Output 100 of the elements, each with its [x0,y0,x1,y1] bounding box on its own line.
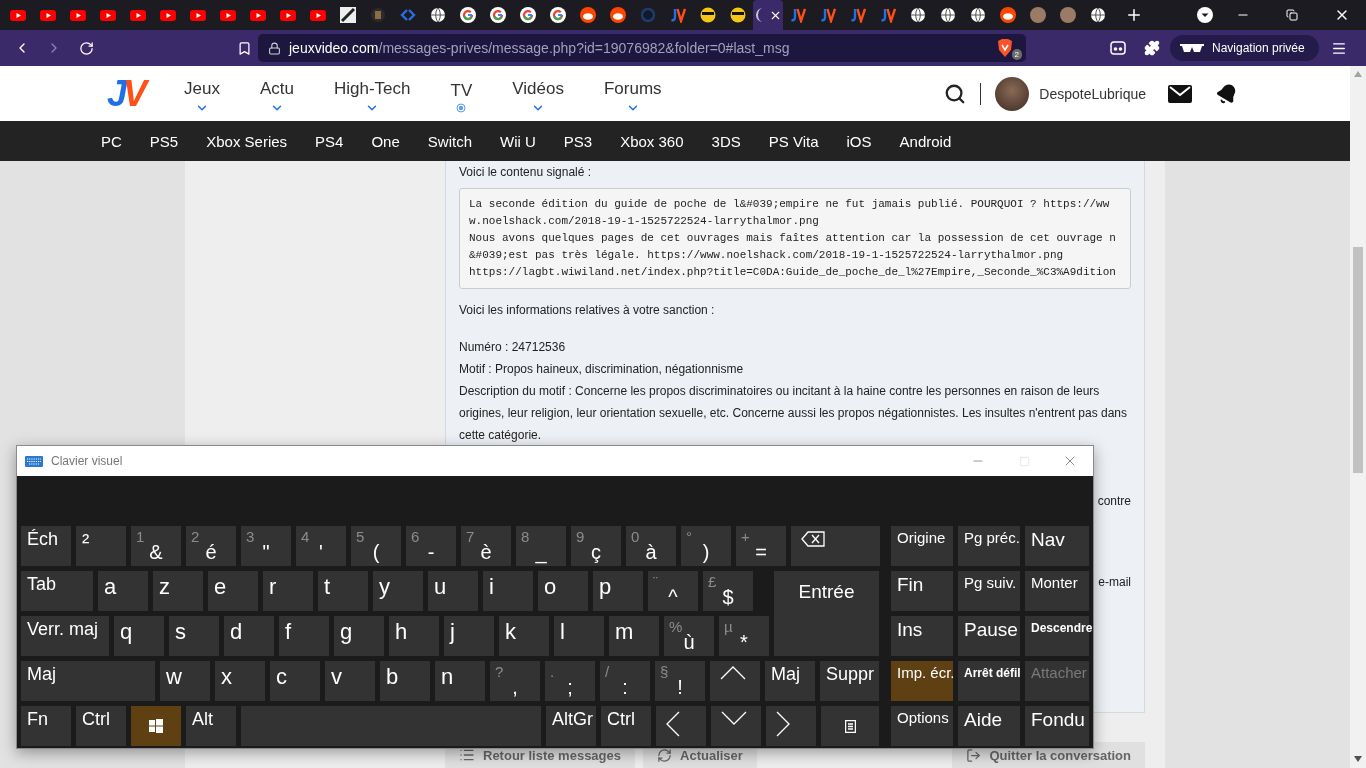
scrollbar[interactable] [1350,66,1366,768]
platform-link[interactable]: PS5 [149,132,179,150]
keyboard-key[interactable]: ¨ ^ [648,571,698,611]
keyboard-key[interactable]: 1 & [131,526,181,566]
nav-menu-item[interactable]: TV [450,74,473,113]
shield-icon[interactable] [996,38,1014,58]
keyboard-key[interactable]: o [538,571,588,611]
reading-icon[interactable] [1110,40,1126,56]
platform-link[interactable]: PS3 [563,132,593,150]
keyboard-key[interactable]: Pg préc. [958,526,1020,566]
keyboard-key[interactable]: + = [736,526,786,566]
platform-link[interactable]: Android [899,132,952,150]
keyboard-key[interactable]: Éch [21,526,71,566]
keyboard-key[interactable]: v [325,661,375,701]
nav-menu-item[interactable]: Vidéos [512,72,564,115]
platform-link[interactable]: PC [101,132,122,150]
keyboard-key[interactable]: 5 ( [351,526,401,566]
nav-menu-item[interactable]: Actu [259,72,294,115]
reload-icon[interactable] [78,40,94,56]
private-mode-badge[interactable]: Navigation privée [1170,35,1319,61]
keyboard-key[interactable]: l [554,616,604,656]
keyboard-key[interactable]: 4 ' [296,526,346,566]
keyboard-key[interactable]: Ctrl [76,706,126,746]
keyboard-key[interactable]: t [318,571,368,611]
nav-menu-item[interactable]: High-Tech [334,72,411,115]
keyboard-key[interactable]: § ! [655,661,705,701]
keyboard-key[interactable]: £ $ [703,571,753,611]
keyboard-key[interactable]: n [435,661,485,701]
platform-link[interactable]: 3DS [711,132,741,150]
keyboard-key[interactable]: c [270,661,320,701]
new-tab-icon[interactable] [1125,6,1143,24]
keyboard-key[interactable]: 0 à [626,526,676,566]
keyboard-key[interactable] [131,706,181,746]
keyboard-key[interactable]: s [169,616,219,656]
enter-key[interactable]: Entrée [774,571,879,656]
restore-icon[interactable] [1286,9,1298,21]
keyboard-key[interactable]: y [373,571,423,611]
keyboard-key[interactable]: w [160,661,210,701]
scroll-thumb[interactable] [1353,247,1363,473]
keyboard-key[interactable]: Imp. écr. [891,661,953,701]
nav-menu-item[interactable]: Jeux [184,72,220,115]
keyboard-key[interactable]: Nav [1025,526,1089,566]
keyboard-key[interactable]: Fondu [1025,706,1089,746]
mail-icon[interactable] [1168,84,1192,103]
keyboard-key[interactable]: ° ) [681,526,731,566]
address-bar[interactable]: jeuxvideo.com/messages-prives/message.php?id=19076982&folder=0#last_msg 2 [258,34,1026,62]
keyboard-key[interactable]: Origine [891,526,953,566]
platform-link[interactable]: PS Vita [768,132,819,150]
platform-link[interactable]: Xbox Series [206,132,288,150]
scroll-down-icon[interactable] [1354,756,1362,762]
keyboard-key[interactable]: j [444,616,494,656]
keyboard-key[interactable]: f [279,616,329,656]
keyboard-key[interactable]: 6 - [406,526,456,566]
keyboard-key[interactable]: Ins [891,616,953,656]
keyboard-key[interactable]: Aide [958,706,1020,746]
keyboard-key[interactable]: Tab [21,571,93,611]
keyboard-key[interactable] [821,706,879,746]
keyboard-key[interactable]: Pg suiv. [958,571,1020,611]
keyboard-key[interactable]: ² [76,526,126,566]
keyboard-key[interactable]: ? , [490,661,540,701]
keyboard-key[interactable]: Fn [21,706,71,746]
keyboard-key[interactable]: g [334,616,384,656]
keyboard-key[interactable]: Alt [186,706,236,746]
keyboard-key[interactable]: Maj [21,661,155,701]
keyboard-key[interactable]: Suppr [820,661,879,701]
keyboard-key[interactable]: AltGr [546,706,596,746]
avatar[interactable] [995,76,1030,111]
keyboard-key[interactable]: µ * [719,616,769,656]
platform-link[interactable]: Xbox 360 [620,132,684,150]
keyboard-key[interactable]: 7 è [461,526,511,566]
keyboard-key[interactable]: 8 _ [516,526,566,566]
keyboard-key[interactable]: 3 " [241,526,291,566]
platform-link[interactable]: One [371,132,400,150]
keyboard-key[interactable]: Options [891,706,953,746]
keyboard-key[interactable]: Maj [765,661,815,701]
platform-link[interactable]: Switch [427,132,472,150]
search-icon[interactable] [944,82,967,105]
keyboard-key[interactable]: m [609,616,659,656]
keyboard-key[interactable]: / : [600,661,650,701]
keyboard-key[interactable]: 9 ç [571,526,621,566]
keyboard-key[interactable]: i [483,571,533,611]
extensions-icon[interactable] [1144,40,1160,56]
keyboard-key[interactable]: b [380,661,430,701]
nav-menu-item[interactable]: Forums [603,72,662,115]
keyboard-key[interactable]: Monter [1025,571,1089,611]
keyboard-key[interactable]: a [98,571,148,611]
keyboard-key[interactable]: p [593,571,643,611]
keyboard-key[interactable]: 2 é [186,526,236,566]
keyboard-key[interactable]: d [224,616,274,656]
platform-link[interactable]: Wii U [500,132,536,150]
tab-search-icon[interactable] [1196,6,1214,24]
keyboard-key[interactable]: x [215,661,265,701]
keyboard-key[interactable]: k [499,616,549,656]
keyboard-key[interactable]: % ù [664,616,714,656]
keyboard-key[interactable]: Ctrl [601,706,651,746]
keyboard-key[interactable]: . ; [545,661,595,701]
keyboard-key[interactable]: z [153,571,203,611]
keyboard-key[interactable]: Verr. maj [21,616,109,656]
bookmark-icon[interactable] [236,40,252,56]
username-link[interactable]: DespoteLubrique [1039,85,1146,102]
